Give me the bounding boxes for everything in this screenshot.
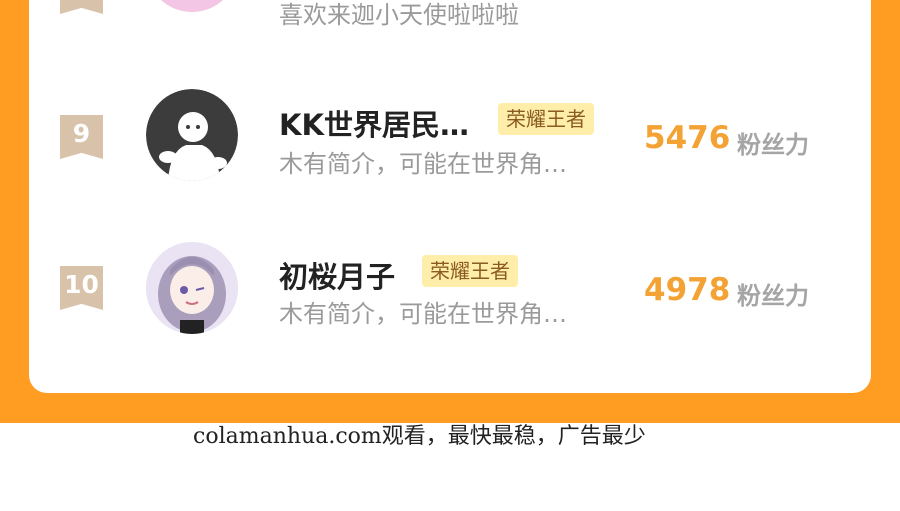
- leaderboard-row[interactable]: 10 初桜月子 荣耀王者 木有简介，可能在世界角… 4978 粉丝力: [29, 242, 871, 342]
- user-description: 木有简介，可能在世界角…: [279, 150, 567, 178]
- leaderboard-row-prev[interactable]: 喜欢来迦小天使啦啦啦: [29, 0, 871, 40]
- avatar[interactable]: [146, 89, 238, 181]
- rank-flag: 9: [60, 115, 103, 159]
- avatar[interactable]: [146, 242, 238, 334]
- user-description: 喜欢来迦小天使啦啦啦: [279, 1, 519, 29]
- anime-avatar-icon: [161, 0, 223, 12]
- user-name[interactable]: 初桜月子: [279, 254, 395, 296]
- rank-badge: 荣耀王者: [498, 103, 594, 135]
- rank-flag: 10: [60, 266, 103, 310]
- leaderboard-row[interactable]: 9 KK世界居民… 荣耀王者 木有简介，可能在世界角… 5476 粉丝力: [29, 88, 871, 188]
- user-name[interactable]: KK世界居民…: [279, 102, 469, 144]
- rank-flag: [60, 0, 103, 14]
- fan-power-score: 4978: [644, 272, 731, 308]
- fan-power-score: 5476: [644, 120, 731, 156]
- anime-girl-avatar-icon: [146, 242, 238, 334]
- fan-power-label: 粉丝力: [737, 282, 809, 310]
- leaderboard-card: 喜欢来迦小天使啦啦啦 9 KK世界居民… 荣耀王者 木有简介，可能在世界角… 5…: [29, 0, 871, 393]
- user-description: 木有简介，可能在世界角…: [279, 300, 567, 328]
- fan-power-label: 粉丝力: [737, 131, 809, 159]
- default-person-avatar-icon: [146, 89, 238, 181]
- avatar[interactable]: [146, 0, 238, 12]
- watermark-text: colamanhua.com观看，最快最稳，广告最少: [193, 424, 646, 449]
- rank-badge: 荣耀王者: [422, 255, 518, 287]
